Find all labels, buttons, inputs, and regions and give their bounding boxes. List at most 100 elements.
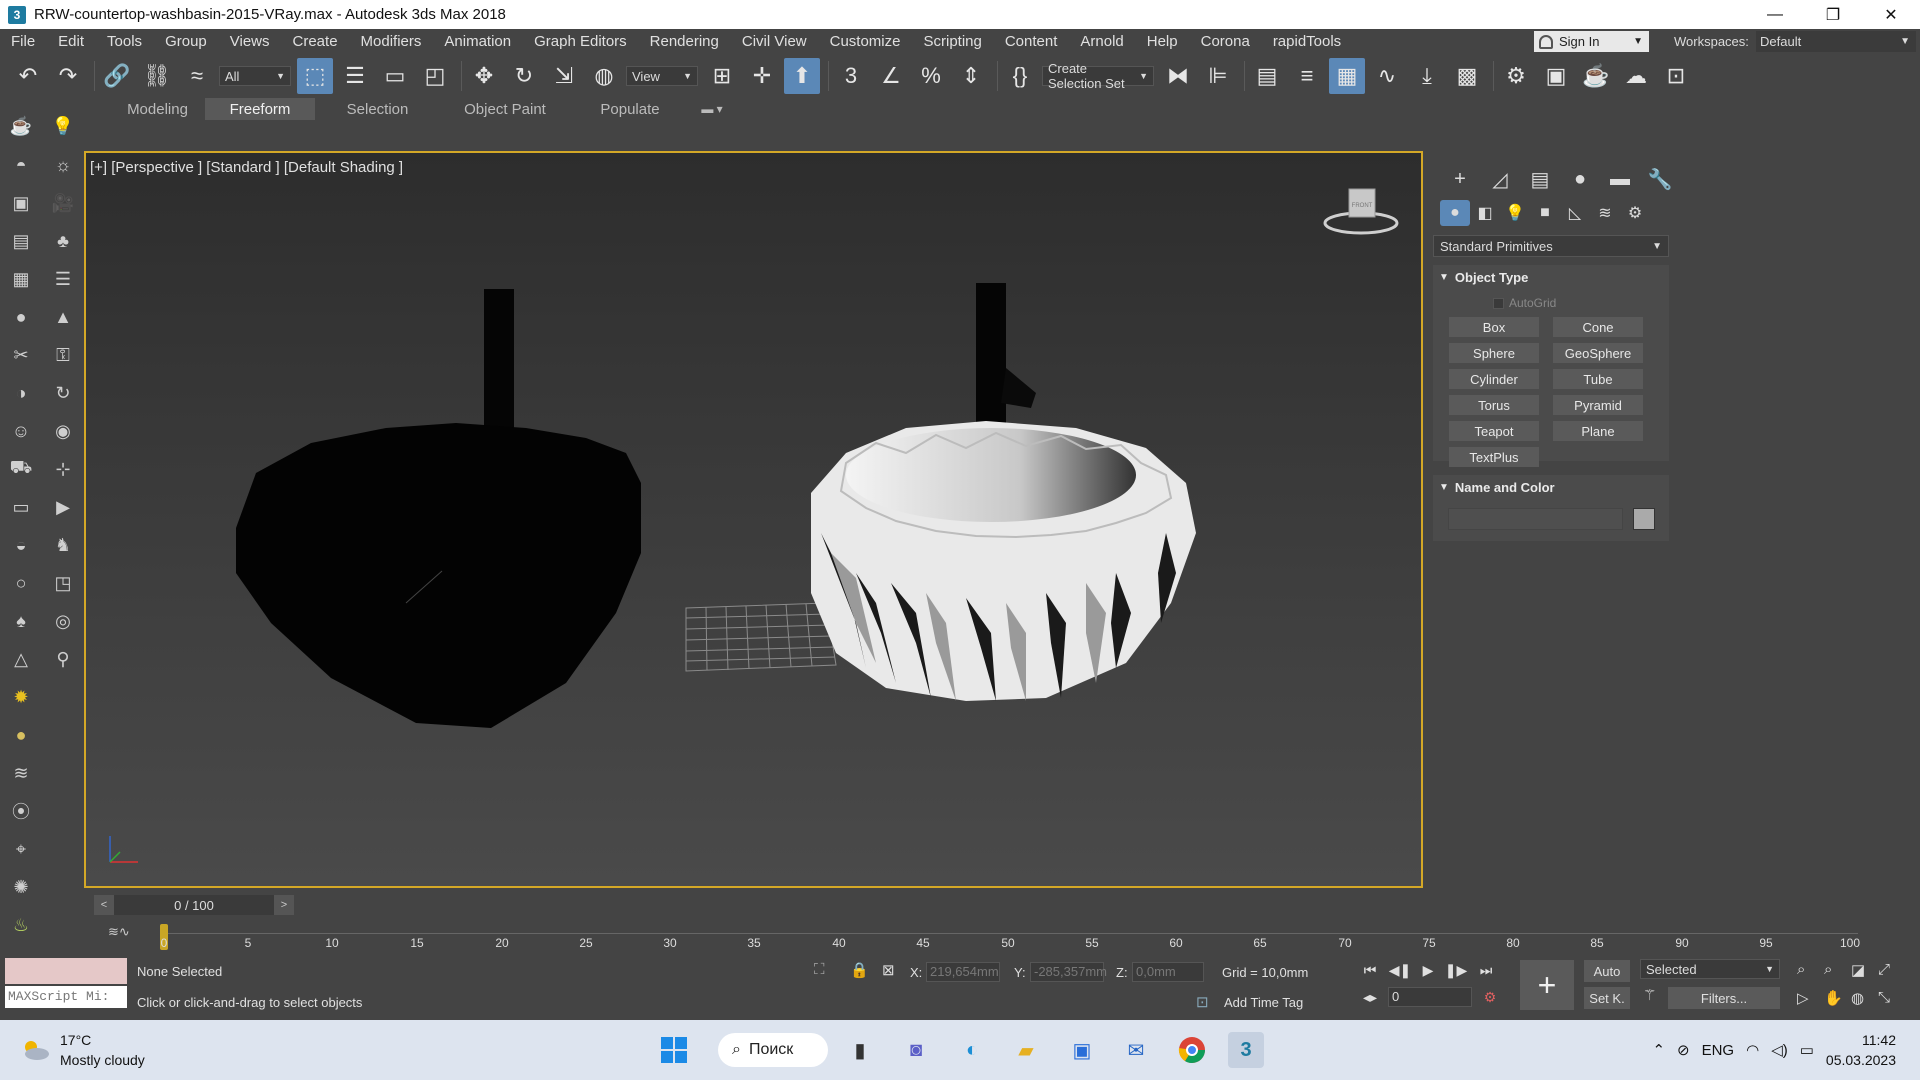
zoom-icon[interactable]: ⌕ <box>1797 961 1805 978</box>
render-setup-icon[interactable]: ⚙ <box>1498 58 1534 94</box>
percent-snap-icon[interactable]: % <box>913 58 949 94</box>
box-button[interactable]: Box <box>1449 317 1539 337</box>
helpers-icon[interactable]: ◺ <box>1560 200 1590 226</box>
mail-icon[interactable]: ✉ <box>1118 1032 1154 1068</box>
perspective-viewport[interactable]: [+] [Perspective ] [Standard ] [Default … <box>84 151 1423 888</box>
geosphere-button[interactable]: GeoSphere <box>1553 343 1643 363</box>
store-icon[interactable]: ▣ <box>1064 1032 1100 1068</box>
primitive-type-dropdown[interactable]: Standard Primitives ▼ <box>1433 235 1669 257</box>
layer-explorer-icon[interactable]: ≡ <box>1289 58 1325 94</box>
grid-plane-object[interactable] <box>685 602 837 672</box>
zoom-all-icon[interactable]: ⌕ <box>1824 961 1832 978</box>
start-icon[interactable] <box>656 1032 692 1068</box>
restore-button[interactable]: ❐ <box>1804 0 1862 29</box>
lock-icon[interactable]: 🔒 <box>850 961 869 979</box>
plane-button[interactable]: Plane <box>1553 421 1643 441</box>
align-icon[interactable]: ⊫ <box>1200 58 1236 94</box>
time-prev-button[interactable]: < <box>94 895 114 915</box>
wifi-icon[interactable]: ◠ <box>1746 1041 1759 1059</box>
3ds-max-taskbar-icon[interactable]: 3 <box>1228 1032 1264 1068</box>
track-bar[interactable]: ≋∿ 0 5 10 15 20 25 30 35 40 45 50 55 60 … <box>94 918 1866 950</box>
previous-frame-icon[interactable]: ◀❚ <box>1388 959 1412 981</box>
white-washbasin-model[interactable] <box>811 283 1196 701</box>
maximize-viewport-icon[interactable]: ⤡ <box>1878 989 1890 1006</box>
time-config-icon[interactable]: ◂▸ <box>1358 986 1382 1008</box>
menu-content[interactable]: Content <box>994 33 1070 50</box>
sign-in-button[interactable]: Sign In ▼ <box>1534 31 1649 52</box>
scale-icon[interactable]: ⇲ <box>546 58 582 94</box>
menu-tools[interactable]: Tools <box>96 33 154 50</box>
lock-icon[interactable]: ⚿ <box>50 342 76 368</box>
x-coordinate-field[interactable]: 219,654mm <box>926 962 1000 982</box>
current-frame-field[interactable]: 0 <box>1388 987 1472 1007</box>
menu-views[interactable]: Views <box>219 33 282 50</box>
select-object-icon[interactable]: ⬚ <box>297 58 333 94</box>
field-of-view-icon[interactable]: ▷ <box>1797 989 1809 1007</box>
menu-arnold[interactable]: Arnold <box>1069 33 1135 50</box>
menu-group[interactable]: Group <box>154 33 219 50</box>
language-indicator[interactable]: ENG <box>1702 1042 1735 1059</box>
orbit-icon[interactable]: ◍ <box>1851 989 1864 1007</box>
add-time-tag[interactable]: Add Time Tag <box>1224 995 1303 1010</box>
battery-icon[interactable]: ▭ <box>1800 1041 1814 1059</box>
move-icon[interactable]: ✥ <box>466 58 502 94</box>
motion-tab-icon[interactable]: ● <box>1560 165 1600 193</box>
view-cube[interactable]: FRONT <box>1319 183 1403 239</box>
snaps-toggle-icon[interactable]: 3 <box>833 58 869 94</box>
weather-widget[interactable]: 17°C Mostly cloudy <box>20 1030 145 1070</box>
maxscript-output[interactable] <box>5 958 127 984</box>
absolute-mode-icon[interactable]: ⊠ <box>882 961 895 979</box>
key-filters-button[interactable]: Filters... <box>1668 987 1780 1009</box>
mirror-icon[interactable]: ⧓ <box>1160 58 1196 94</box>
video-icon[interactable]: ▶ <box>50 494 76 520</box>
cameras-icon[interactable]: ■ <box>1530 200 1560 226</box>
material-editor-icon[interactable]: ▩ <box>1449 58 1485 94</box>
link-icon[interactable]: 🔗 <box>99 58 135 94</box>
go-to-end-icon[interactable]: ⏭ <box>1474 959 1498 981</box>
teapot-button[interactable]: Teapot <box>1449 421 1539 441</box>
tab-selection[interactable]: Selection <box>330 98 425 120</box>
sunlight-icon[interactable]: ✹ <box>8 684 34 710</box>
torus-button[interactable]: Torus <box>1449 395 1539 415</box>
select-by-name-icon[interactable]: ☰ <box>337 58 373 94</box>
edit-named-selection-icon[interactable]: {} <box>1002 58 1038 94</box>
select-manipulate-icon[interactable]: ✛ <box>744 58 780 94</box>
placement-icon[interactable]: ◍ <box>586 58 622 94</box>
zoom-extents-all-icon[interactable]: ⤢ <box>1878 961 1890 978</box>
render-production-icon[interactable]: ☕ <box>1578 58 1614 94</box>
circle-icon[interactable]: ○ <box>8 570 34 596</box>
scatter-icon[interactable]: ⌖ <box>8 836 34 862</box>
sphere-button[interactable]: Sphere <box>1449 343 1539 363</box>
y-coordinate-field[interactable]: -285,357mm <box>1030 962 1107 982</box>
bulb-icon[interactable]: ● <box>8 304 34 330</box>
window-crossing-icon[interactable]: ◰ <box>417 58 453 94</box>
menu-rapidtools[interactable]: rapidTools <box>1262 33 1353 50</box>
task-view-icon[interactable]: ▮ <box>842 1032 878 1068</box>
selection-filter-dropdown[interactable]: All ▼ <box>219 66 291 86</box>
workspace-select[interactable]: Default ▼ <box>1756 31 1916 52</box>
menu-help[interactable]: Help <box>1136 33 1190 50</box>
undo-icon[interactable]: ↶ <box>10 58 46 94</box>
pivot-point-icon[interactable]: ⊞ <box>704 58 740 94</box>
transform-icon[interactable]: ⊹ <box>50 456 76 482</box>
menu-animation[interactable]: Animation <box>433 33 523 50</box>
sphere-icon[interactable]: ◑ <box>8 380 34 406</box>
rotate-icon[interactable]: ↻ <box>50 380 76 406</box>
panel-icon[interactable]: ▤ <box>8 228 34 254</box>
spinner-snap-icon[interactable]: ⇕ <box>953 58 989 94</box>
key-mode-dropdown[interactable]: Selected ▼ <box>1640 959 1780 979</box>
modify-tab-icon[interactable]: ◿ <box>1480 165 1520 193</box>
reference-coordinate-dropdown[interactable]: View ▼ <box>626 66 698 86</box>
menu-rendering[interactable]: Rendering <box>639 33 731 50</box>
cylinder-button[interactable]: Cylinder <box>1449 369 1539 389</box>
plant-icon[interactable]: ♣ <box>50 228 76 254</box>
ribbon-options-icon[interactable]: ▬ ▾ <box>692 98 732 120</box>
scene-explorer-icon[interactable]: ▤ <box>1249 58 1285 94</box>
probe-icon[interactable]: ⚲ <box>50 646 76 672</box>
sun-icon[interactable]: ☼ <box>50 152 76 178</box>
hemisphere-icon[interactable]: ◒ <box>8 532 34 558</box>
auto-key-button[interactable]: Auto <box>1584 960 1630 982</box>
schematic-view-icon[interactable]: ⤓ <box>1409 58 1445 94</box>
space-warps-icon[interactable]: ≋ <box>1590 200 1620 226</box>
object-name-field[interactable] <box>1448 508 1623 530</box>
